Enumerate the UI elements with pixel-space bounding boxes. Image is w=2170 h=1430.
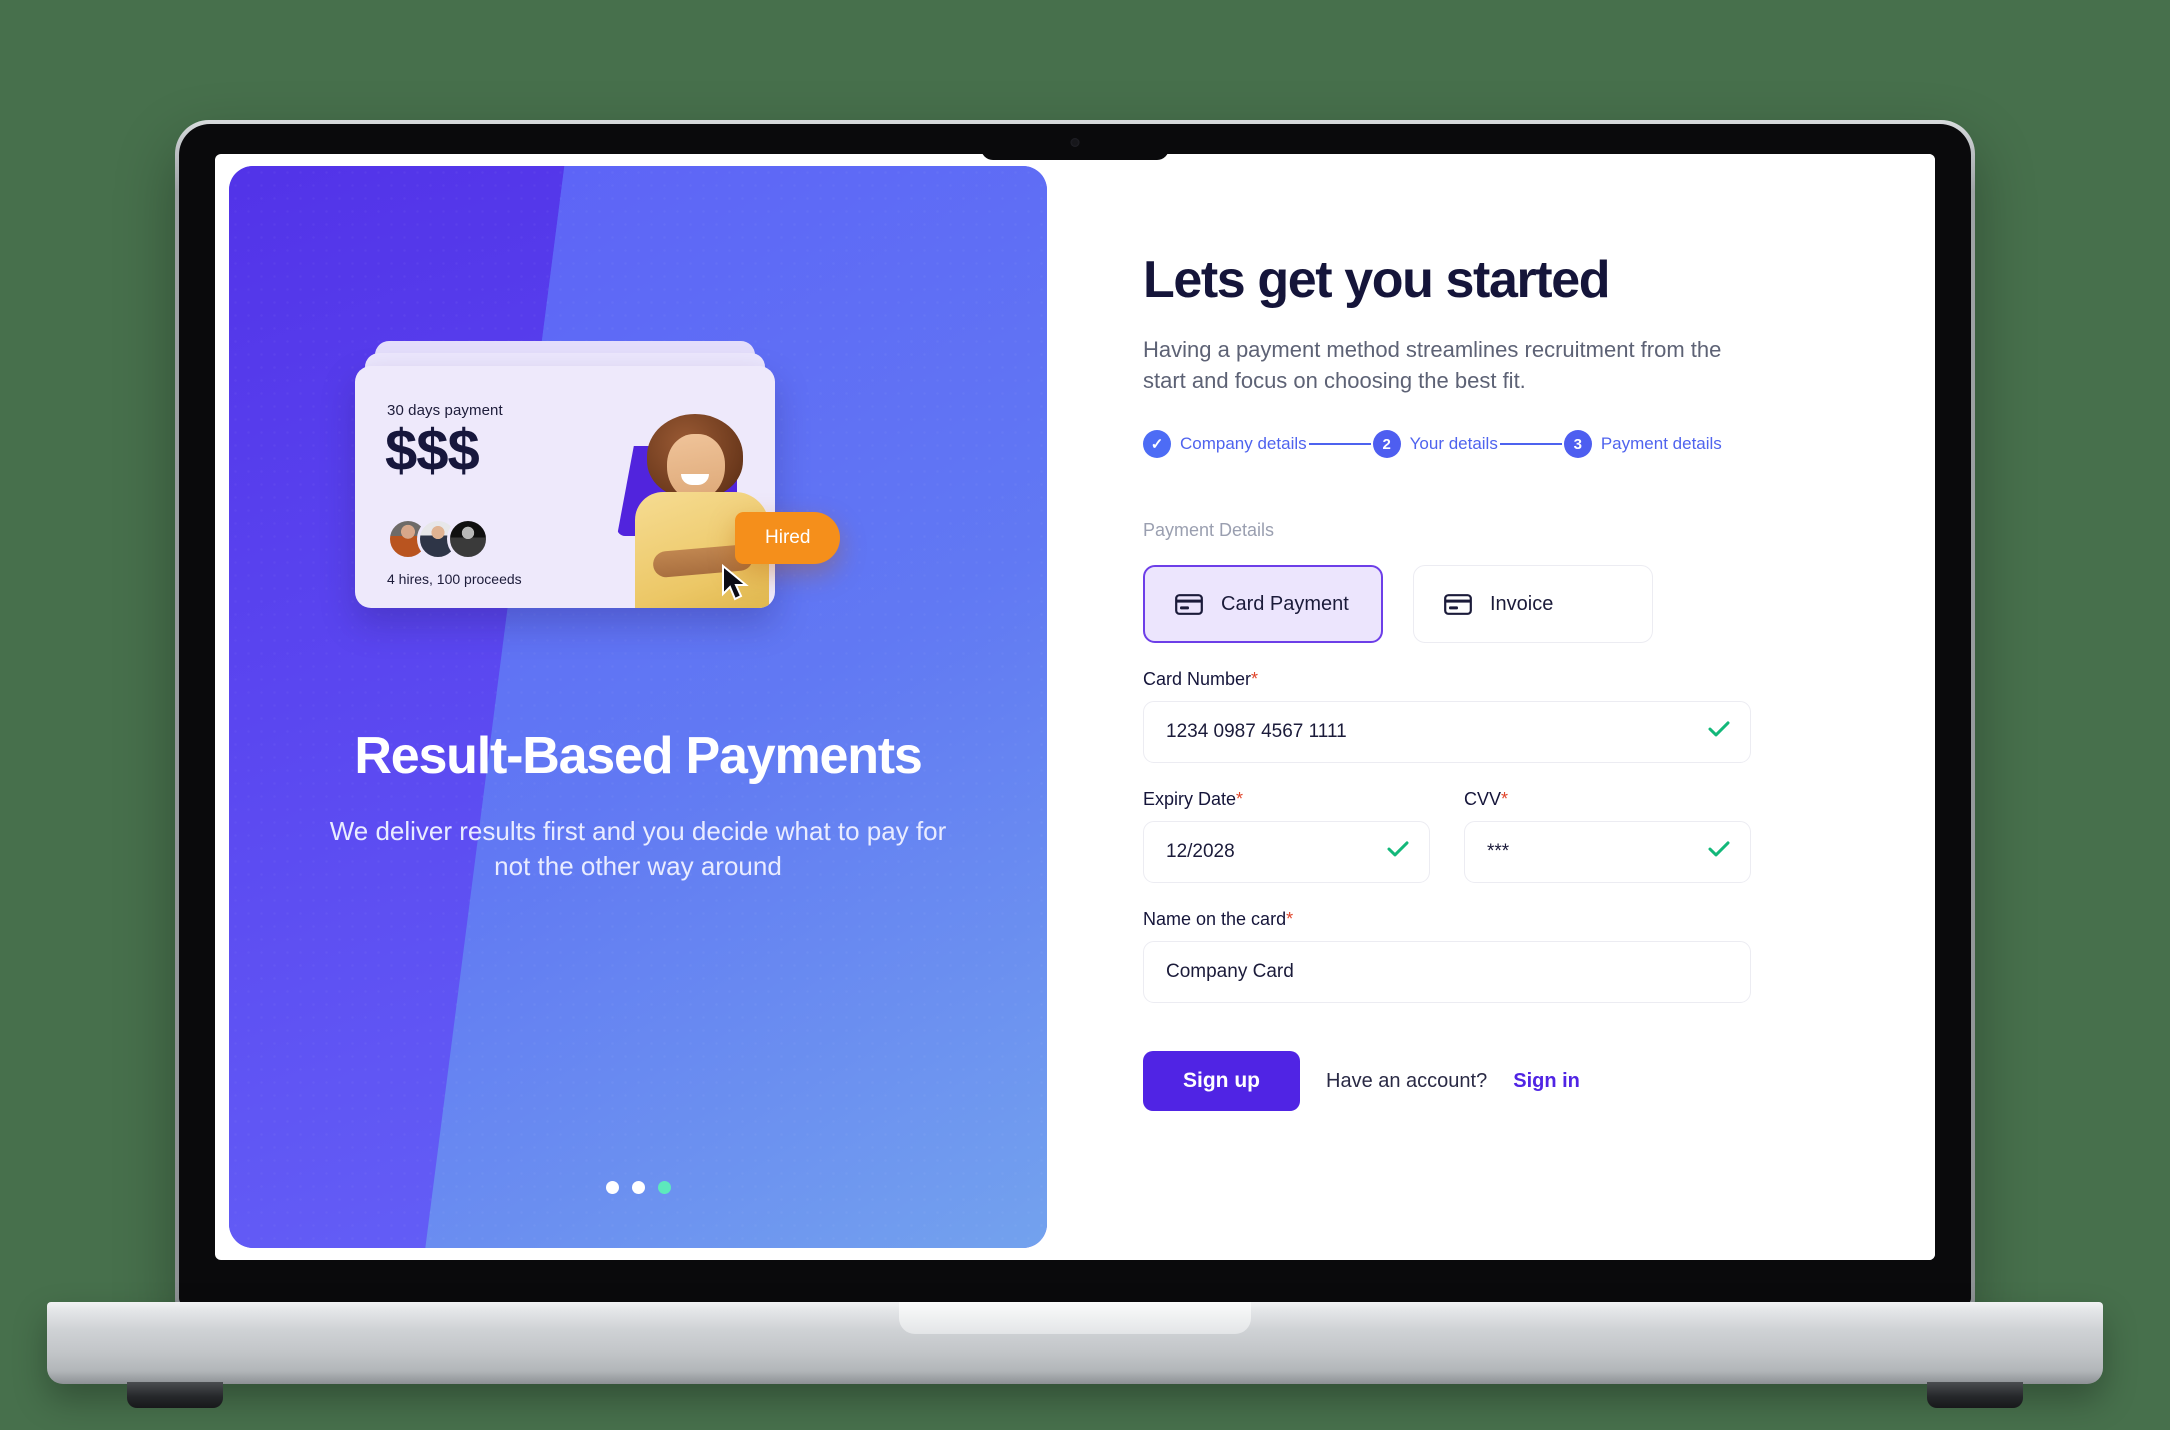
label-cvv-text: CVV — [1464, 789, 1502, 810]
field-name-on-card: Name on the card* Company Card — [1143, 909, 1751, 1004]
credit-card-icon — [1175, 594, 1203, 615]
section-label-payment-details: Payment Details — [1143, 520, 1275, 541]
field-cvv: CVV* *** — [1464, 789, 1751, 884]
have-account-text: Have an account? — [1326, 1069, 1488, 1092]
required-asterisk: * — [1501, 789, 1509, 810]
laptop-base — [47, 1302, 2103, 1408]
screen-viewport: 30 days payment $$$ 4 hires, 100 proceed… — [215, 154, 1935, 1260]
payment-method-label-card: Card Payment — [1221, 592, 1349, 615]
input-name-on-card-value: Company Card — [1166, 961, 1294, 983]
input-card-number-value: 1234 0987 4567 1111 — [1166, 721, 1347, 743]
card-hires-label: 4 hires, 100 proceeds — [387, 571, 522, 587]
label-card-number: Card Number* — [1143, 669, 1751, 690]
hero-panel: 30 days payment $$$ 4 hires, 100 proceed… — [229, 166, 1047, 1248]
stepper-label-company-details: Company details — [1180, 434, 1307, 454]
card-stack-front: 30 days payment $$$ 4 hires, 100 proceed… — [355, 366, 775, 608]
stepper-step-payment-details[interactable]: 3 Payment details — [1563, 430, 1722, 459]
stepper-connector-2 — [1499, 443, 1562, 446]
carousel-dots[interactable] — [229, 1181, 1047, 1194]
payment-method-toggle-group: Card Payment Invoice — [1143, 565, 1935, 644]
sign-in-link[interactable]: Sign in — [1513, 1070, 1580, 1093]
payment-card-illustration: 30 days payment $$$ 4 hires, 100 proceed… — [355, 341, 775, 608]
required-asterisk: * — [1251, 669, 1259, 690]
stepper-number-3: 3 — [1563, 430, 1592, 459]
stepper-number-2: 2 — [1372, 430, 1401, 459]
label-expiry-date-text: Expiry Date — [1143, 789, 1237, 810]
laptop-foot-right — [1927, 1382, 2023, 1408]
hero-dot-texture — [229, 166, 1047, 1248]
person-face — [667, 434, 725, 500]
label-name-on-card: Name on the card* — [1143, 909, 1751, 930]
payment-method-label-invoice: Invoice — [1490, 592, 1554, 615]
credit-card-icon — [1444, 594, 1472, 615]
valid-check-icon — [1708, 721, 1730, 744]
input-expiry-date-value: 12/2028 — [1166, 841, 1235, 863]
input-name-on-card[interactable]: Company Card — [1143, 941, 1751, 1004]
laptop-foot-left — [127, 1382, 223, 1408]
progress-stepper: ✓ Company details 2 Your details 3 Payme… — [1143, 430, 1935, 459]
stepper-check-icon: ✓ — [1143, 430, 1171, 459]
laptop-mockup: 30 days payment $$$ 4 hires, 100 proceed… — [47, 120, 2103, 1408]
valid-check-icon — [1387, 841, 1409, 864]
hired-badge: Hired — [735, 512, 841, 564]
field-row-expiry-cvv: Expiry Date* 12/2028 CVV* *** — [1143, 789, 1751, 884]
card-period-label: 30 days payment — [387, 402, 503, 419]
input-expiry-date[interactable]: 12/2028 — [1143, 821, 1430, 884]
stepper-step-company-details[interactable]: ✓ Company details — [1143, 430, 1307, 459]
hero-title: Result-Based Payments — [354, 727, 922, 785]
hires-avatar-group — [387, 518, 489, 560]
signup-form-panel: Lets get you started Having a payment me… — [1085, 154, 1935, 1260]
sign-up-button[interactable]: Sign up — [1143, 1051, 1300, 1112]
label-cvv: CVV* — [1464, 789, 1751, 810]
label-expiry-date: Expiry Date* — [1143, 789, 1430, 810]
input-card-number[interactable]: 1234 0987 4567 1111 — [1143, 701, 1751, 764]
page-title: Lets get you started — [1143, 251, 1611, 309]
label-name-on-card-text: Name on the card — [1143, 909, 1287, 930]
stepper-connector-1 — [1308, 443, 1371, 446]
stepper-label-your-details: Your details — [1409, 434, 1498, 454]
person-illustration — [633, 408, 773, 608]
input-cvv[interactable]: *** — [1464, 821, 1751, 884]
payment-method-card-payment[interactable]: Card Payment — [1143, 565, 1383, 644]
card-amount: $$$ — [385, 418, 480, 483]
valid-check-icon — [1708, 841, 1730, 864]
field-expiry-date: Expiry Date* 12/2028 — [1143, 789, 1430, 884]
laptop-base-notch — [899, 1302, 1251, 1334]
carousel-dot-2[interactable] — [631, 1181, 645, 1194]
required-asterisk: * — [1236, 789, 1244, 810]
page-description: Having a payment method streamlines recr… — [1143, 337, 1722, 394]
input-cvv-value: *** — [1487, 841, 1510, 863]
form-actions: Sign up Have an account? Sign in — [1143, 1051, 1935, 1112]
stepper-label-payment-details: Payment details — [1600, 434, 1722, 454]
hero-subtitle: We deliver results first and you decide … — [329, 816, 947, 881]
label-card-number-text: Card Number — [1143, 669, 1252, 690]
carousel-dot-1[interactable] — [605, 1181, 619, 1194]
stepper-step-your-details[interactable]: 2 Your details — [1372, 430, 1498, 459]
camera-notch — [981, 124, 1169, 160]
payment-method-invoice[interactable]: Invoice — [1413, 565, 1653, 644]
required-asterisk: * — [1286, 909, 1294, 930]
avatar — [447, 518, 489, 560]
carousel-dot-3[interactable] — [657, 1181, 671, 1194]
field-card-number: Card Number* 1234 0987 4567 1111 — [1143, 669, 1751, 764]
webcam-icon — [1070, 138, 1080, 147]
